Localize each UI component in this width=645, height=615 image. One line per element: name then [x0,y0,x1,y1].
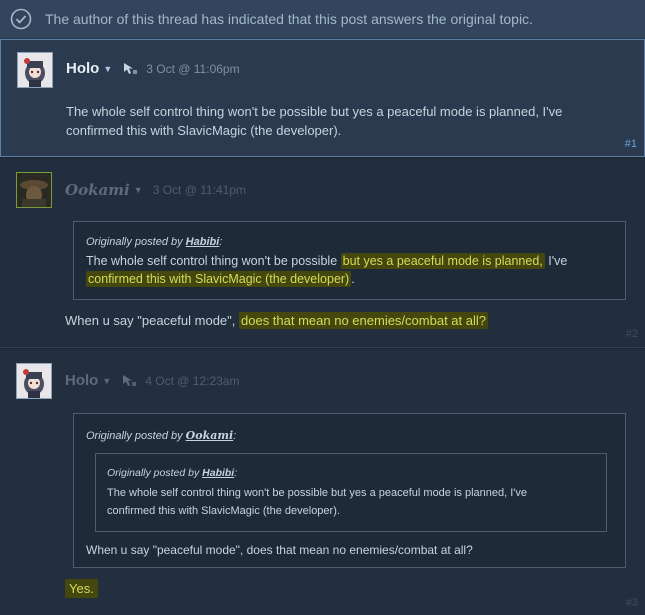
quote-text-plain: The whole self control thing won't be po… [86,254,341,268]
answer-banner-text: The author of this thread has indicated … [45,11,533,27]
quote-text-plain: . [351,272,355,286]
avatar[interactable] [16,363,52,399]
chevron-down-icon[interactable]: ▼ [134,185,143,195]
quote-line: The whole self control thing won't be po… [86,252,567,270]
quote-line: confirmed this with SlavicMagic (the dev… [86,270,567,288]
pointer-icon [122,62,138,76]
post-number-link[interactable]: #2 [626,328,638,340]
quote-block: Originally posted by Habibi: The whole s… [73,221,626,300]
chevron-down-icon[interactable]: ▼ [102,376,111,386]
highlighted-text: Yes. [65,579,98,598]
quote-block: Originally posted by Ookami: Originally … [73,413,626,568]
post-date: 4 Oct @ 12:23am [145,373,240,388]
post-date: 3 Oct @ 11:06pm [146,61,240,76]
author-name[interactable]: Ookami [65,181,130,199]
author-line: Holo ▼ 3 Oct @ 11:06pm [66,60,240,77]
quote-line: The whole self control thing won't be po… [107,487,528,499]
quote-header: Originally posted by Ookami: [86,429,236,442]
quote-line: confirmed this with SlavicMagic (the dev… [107,505,340,517]
author-line: Holo ▼ 4 Oct @ 12:23am [65,372,239,389]
pointer-icon [121,374,137,388]
post-body-text: When u say "peaceful mode", [65,313,239,328]
post-body-line: The whole self control thing won't be po… [66,104,563,119]
quote-prefix: Originally posted by [86,236,186,248]
answer-banner: The author of this thread has indicated … [0,0,645,39]
quote-author-link[interactable]: Habibi [186,236,220,248]
post-body: When u say "peaceful mode", does that me… [65,311,488,330]
post-body-line: confirmed this with SlavicMagic (the dev… [66,123,342,138]
post-3: Holo ▼ 4 Oct @ 12:23am Originally posted… [0,349,645,615]
highlighted-text: does that mean no enemies/combat at all? [239,312,488,329]
post-2: Ookami ▼ 3 Oct @ 11:41pm Originally post… [0,158,645,348]
quote-prefix: Originally posted by [107,467,203,479]
quote-header: Originally posted by Habibi: [86,236,222,248]
quote-text-plain: I've [544,254,568,268]
post-number-link[interactable]: #3 [626,597,638,609]
check-circle-icon [9,7,33,31]
avatar[interactable] [16,172,52,208]
post-1: Holo ▼ 3 Oct @ 11:06pm The whole self co… [0,39,645,157]
nested-quote-block: Originally posted by Habibi: The whole s… [95,453,607,532]
highlighted-text: but yes a peaceful mode is planned, [340,253,545,269]
author-line: Ookami ▼ 3 Oct @ 11:41pm [65,181,246,199]
post-number-link[interactable]: #1 [625,138,637,150]
quote-text: The whole self control thing won't be po… [86,252,567,288]
avatar[interactable] [17,52,53,88]
post-date: 3 Oct @ 11:41pm [152,183,247,197]
quote-author-link[interactable]: Habibi [202,467,234,479]
author-name[interactable]: Holo [66,60,99,77]
post-body: The whole self control thing won't be po… [66,102,562,140]
quote-suffix: : [233,430,237,442]
quote-text: The whole self control thing won't be po… [107,484,527,520]
quote-suffix: : [234,467,238,479]
highlighted-text: confirmed this with SlavicMagic (the dev… [86,271,352,287]
quote-suffix: : [219,236,223,248]
quote-author-link[interactable]: Ookami [186,429,234,442]
author-name[interactable]: Holo [65,372,98,389]
quote-prefix: Originally posted by [86,430,186,442]
post-body: Yes. [65,579,98,598]
chevron-down-icon[interactable]: ▼ [103,64,112,74]
quote-header: Originally posted by Habibi: [107,467,237,479]
quote-text: When u say "peaceful mode", does that me… [86,543,473,557]
